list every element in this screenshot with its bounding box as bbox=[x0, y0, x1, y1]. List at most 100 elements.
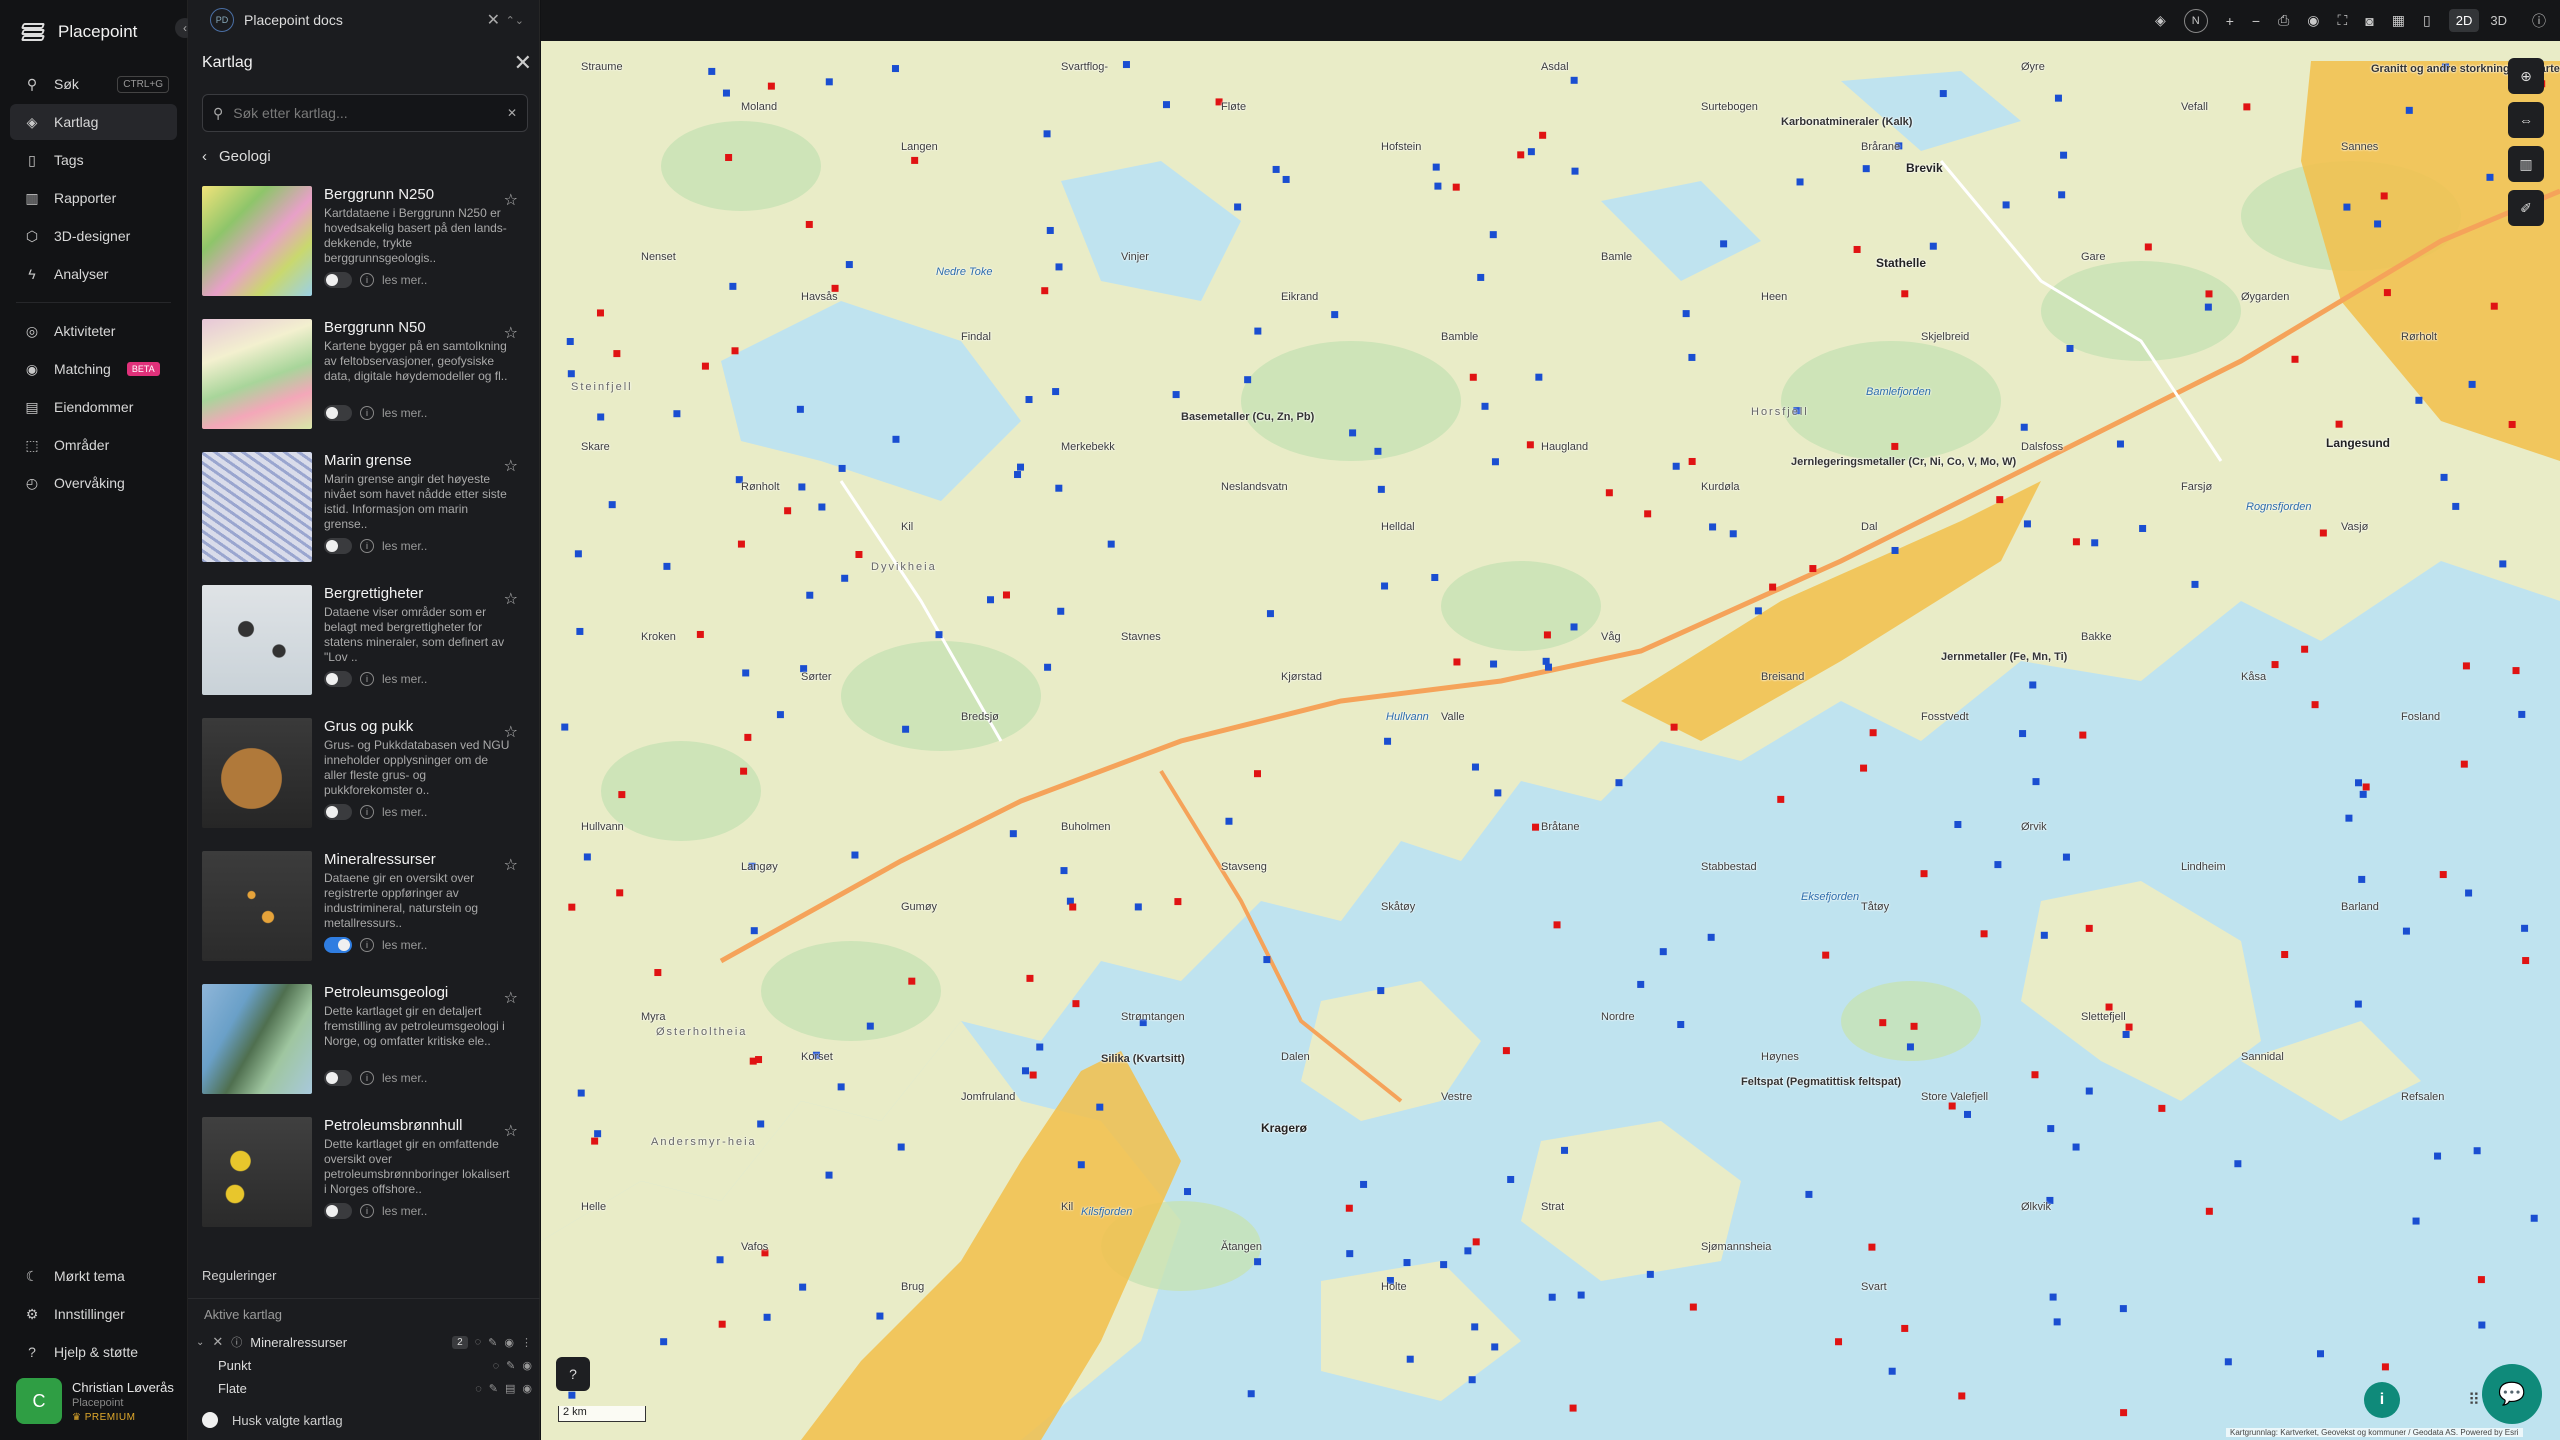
layer-search-input[interactable] bbox=[233, 105, 497, 121]
zoom-out-icon[interactable]: − bbox=[2252, 13, 2260, 29]
layer-card[interactable]: Petroleumsgeologi ☆ Dette kartlaget gir en… bbox=[200, 982, 536, 1115]
visibility-icon[interactable]: ◉ bbox=[504, 1336, 514, 1349]
layer-thumbnail[interactable] bbox=[202, 585, 312, 695]
info-icon[interactable]: ⓘ bbox=[2532, 11, 2546, 31]
info-icon[interactable]: i bbox=[360, 805, 374, 819]
info-icon[interactable]: i bbox=[360, 1204, 374, 1218]
active-sublayer-row[interactable]: Punkt ◌ ✎ ◉ bbox=[218, 1358, 532, 1373]
style-icon[interactable]: ◌ bbox=[475, 1336, 482, 1348]
read-more-link[interactable]: les mer.. bbox=[382, 805, 427, 819]
layer-thumbnail[interactable] bbox=[202, 452, 312, 562]
map-help-icon[interactable]: ? bbox=[556, 1357, 590, 1391]
breadcrumb[interactable]: ‹ Geologi bbox=[202, 148, 271, 165]
nav-item-rapporter[interactable]: ▥ Rapporter bbox=[10, 180, 177, 216]
nav-item-matching[interactable]: ◉ Matching BETA bbox=[10, 351, 177, 387]
ruler-tool-icon[interactable]: ⇔ bbox=[2508, 102, 2544, 138]
drag-handle-icon[interactable]: ⠿ bbox=[2468, 1390, 2480, 1410]
chat-button[interactable]: 💬 bbox=[2482, 1364, 2542, 1424]
active-sublayer-row[interactable]: Flate ◌ ✎ ▤ ◉ bbox=[218, 1381, 532, 1396]
layer-card[interactable]: Bergrettigheter ☆ Dataene viser områder so… bbox=[200, 583, 536, 716]
info-icon[interactable]: i bbox=[360, 406, 374, 420]
visibility-icon[interactable]: ◉ bbox=[522, 1359, 532, 1372]
layer-card[interactable]: Marin grense ☆ Marin grense angir det høye… bbox=[200, 450, 536, 583]
read-more-link[interactable]: les mer.. bbox=[382, 273, 427, 287]
map-canvas[interactable]: Kragerø Stathelle Brevik Langesund Straume Mo… bbox=[541, 41, 2560, 1440]
layer-toggle[interactable] bbox=[324, 538, 352, 554]
nav-item-tags[interactable]: ▯ Tags bbox=[10, 142, 177, 178]
read-more-link[interactable]: les mer.. bbox=[382, 672, 427, 686]
info-icon[interactable]: i bbox=[360, 273, 374, 287]
fullscreen-icon[interactable]: ⛶ bbox=[2338, 12, 2348, 29]
nav-item-områder[interactable]: ⬚ Områder bbox=[10, 427, 177, 463]
read-more-link[interactable]: les mer.. bbox=[382, 406, 427, 420]
clear-search-icon[interactable]: ✕ bbox=[507, 106, 517, 120]
layer-card[interactable]: Berggrunn N250 ☆ Kartdataene i Berggrunn N… bbox=[200, 184, 536, 317]
remember-toggle[interactable] bbox=[202, 1412, 218, 1428]
measure-tool-icon[interactable]: ⊕ bbox=[2508, 58, 2544, 94]
layer-toggle[interactable] bbox=[324, 405, 352, 421]
bookmark-icon[interactable]: ▯ bbox=[2423, 12, 2431, 29]
layer-thumbnail[interactable] bbox=[202, 851, 312, 961]
close-doc-icon[interactable]: ✕ bbox=[487, 10, 500, 30]
user-card[interactable]: C Christian Løverås Placepoint ♛ PREMIUM bbox=[16, 1378, 176, 1424]
layer-card[interactable]: Grus og pukk ☆ Grus- og Pukkdatabasen ved … bbox=[200, 716, 536, 849]
read-more-link[interactable]: les mer.. bbox=[382, 539, 427, 553]
remove-layer-icon[interactable]: ✕ bbox=[212, 1334, 223, 1350]
nav-item-søk[interactable]: ⚲ Søk CTRL+G bbox=[10, 66, 177, 102]
edit-icon[interactable]: ✎ bbox=[506, 1359, 515, 1372]
nav-item-kartlag[interactable]: ◈ Kartlag bbox=[10, 104, 177, 140]
edit-icon[interactable]: ✎ bbox=[488, 1336, 497, 1349]
eye-icon[interactable]: ◉ bbox=[2307, 12, 2319, 29]
grid-icon[interactable]: ▦ bbox=[2392, 12, 2405, 29]
layer-thumbnail[interactable] bbox=[202, 186, 312, 296]
style-icon[interactable]: ◌ bbox=[493, 1360, 500, 1372]
read-more-link[interactable]: les mer.. bbox=[382, 1204, 427, 1218]
nav-item-analyser[interactable]: ϟ Analyser bbox=[10, 256, 177, 292]
edit-icon[interactable]: ✎ bbox=[489, 1382, 498, 1395]
chevron-down-icon[interactable]: ⌄ bbox=[196, 1337, 204, 1348]
nav-item-overvåking[interactable]: ◴ Overvåking bbox=[10, 465, 177, 501]
chart-tool-icon[interactable]: ▥ bbox=[2508, 146, 2544, 182]
nav-item-3d-designer[interactable]: ⬡ 3D-designer bbox=[10, 218, 177, 254]
layer-toggle[interactable] bbox=[324, 1070, 352, 1086]
layer-card[interactable]: Petroleumsbrønnhull ☆ Dette kartlaget gir … bbox=[200, 1115, 536, 1248]
nav-item-innstillinger[interactable]: ⚙ Innstillinger bbox=[10, 1296, 178, 1332]
draw-tool-icon[interactable]: ✐ bbox=[2508, 190, 2544, 226]
layer-card[interactable]: Berggrunn N50 ☆ Kartene bygger på en samto… bbox=[200, 317, 536, 450]
nav-item-eiendommer[interactable]: ▤ Eiendommer bbox=[10, 389, 177, 425]
camera-icon[interactable]: ◙ bbox=[2365, 13, 2373, 29]
info-icon[interactable]: i bbox=[360, 1071, 374, 1085]
layer-toggle[interactable] bbox=[324, 272, 352, 288]
nav-item-aktiviteter[interactable]: ◎ Aktiviteter bbox=[10, 313, 177, 349]
layer-toggle[interactable] bbox=[324, 804, 352, 820]
filter-icon[interactable]: ▤ bbox=[505, 1382, 515, 1395]
mode-2d-button[interactable]: 2D bbox=[2448, 9, 2480, 32]
layers-stack-icon[interactable]: ◈ bbox=[2155, 12, 2166, 29]
mode-3d-button[interactable]: 3D bbox=[2483, 9, 2514, 32]
active-layer-row[interactable]: ⌄ ✕ ⓘ Mineralressurser 2 ◌ ✎ ◉ ⋮ bbox=[196, 1334, 532, 1350]
info-icon[interactable]: i bbox=[360, 539, 374, 553]
layer-card[interactable]: Mineralressurser ☆ Dataene gir en oversikt… bbox=[200, 849, 536, 982]
read-more-link[interactable]: les mer.. bbox=[382, 938, 427, 952]
read-more-link[interactable]: les mer.. bbox=[382, 1071, 427, 1085]
document-tab[interactable]: PD Placepoint docs ✕ ⌃⌄ bbox=[200, 0, 540, 40]
doc-switch-icon[interactable]: ⌃⌄ bbox=[506, 14, 524, 27]
layer-thumbnail[interactable] bbox=[202, 718, 312, 828]
layer-thumbnail[interactable] bbox=[202, 984, 312, 1094]
nav-item-mørkt-tema[interactable]: ☾ Mørkt tema bbox=[10, 1258, 178, 1294]
print-icon[interactable]: ⎙ bbox=[2278, 12, 2289, 29]
zoom-in-icon[interactable]: + bbox=[2226, 13, 2234, 29]
brand[interactable]: Placepoint bbox=[0, 0, 187, 64]
info-button[interactable]: i bbox=[2364, 1382, 2400, 1418]
layer-toggle[interactable] bbox=[324, 671, 352, 687]
close-panel-icon[interactable]: ✕ bbox=[514, 50, 532, 76]
layer-thumbnail[interactable] bbox=[202, 1117, 312, 1227]
back-chevron-icon[interactable]: ‹ bbox=[202, 148, 207, 165]
regulations-header[interactable]: Reguleringer bbox=[202, 1268, 276, 1283]
visibility-icon[interactable]: ◉ bbox=[522, 1382, 532, 1395]
layer-toggle[interactable] bbox=[324, 1203, 352, 1219]
more-icon[interactable]: ⋮ bbox=[521, 1336, 532, 1349]
remember-layers[interactable]: Husk valgte kartlag bbox=[202, 1412, 343, 1428]
compass-icon[interactable]: N bbox=[2183, 8, 2208, 33]
style-icon[interactable]: ◌ bbox=[475, 1383, 482, 1395]
